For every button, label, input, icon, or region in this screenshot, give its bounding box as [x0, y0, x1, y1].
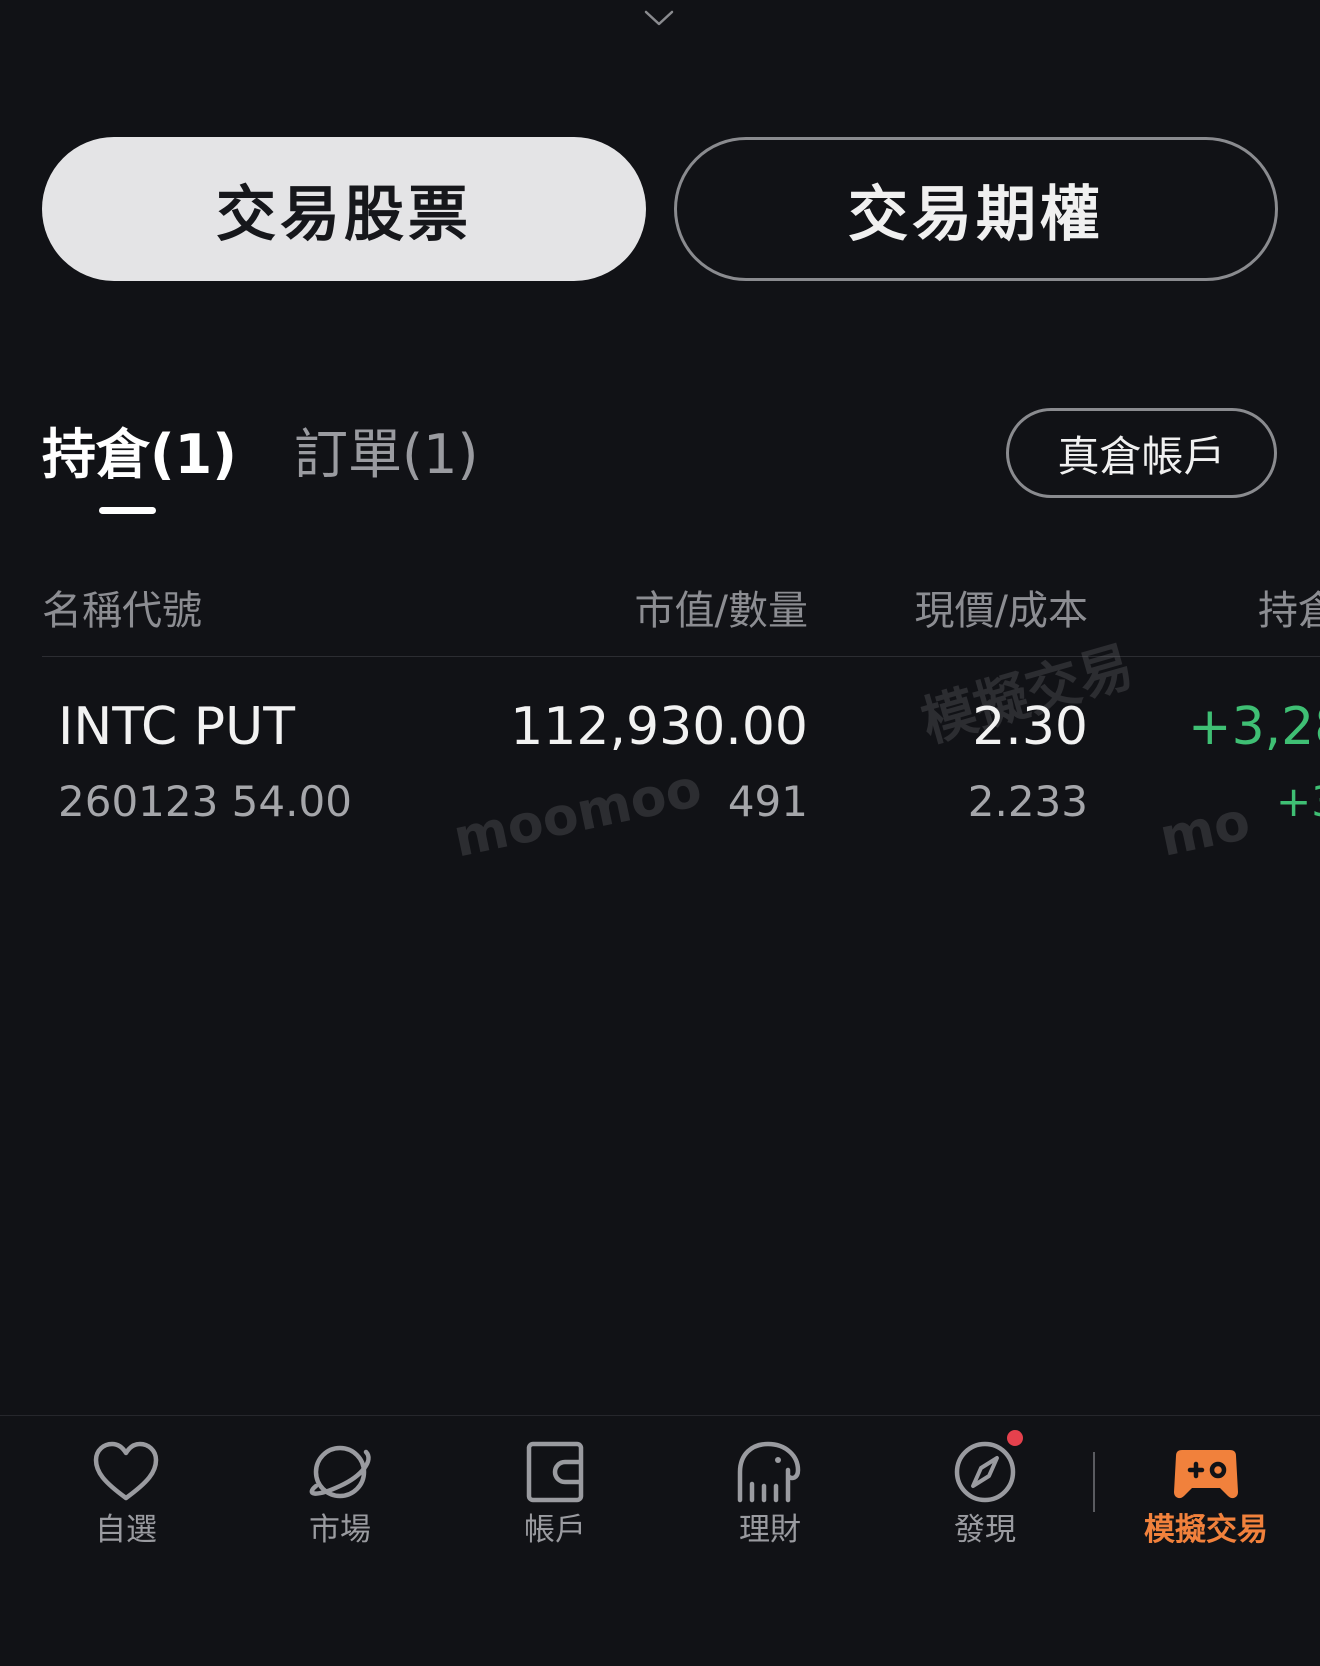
chevron-down-icon[interactable]	[644, 4, 674, 28]
nav-label-watchlist: 自選	[95, 1512, 157, 1548]
tab-orders[interactable]: 訂單(1)	[294, 420, 479, 490]
trade-option-button[interactable]: 交易期權	[674, 137, 1278, 281]
position-contract: 260123 54.00	[58, 777, 352, 826]
brand-watermark: moomoo	[448, 758, 707, 870]
planet-icon	[309, 1445, 371, 1499]
nav-label-paper-trading: 模擬交易	[1144, 1512, 1268, 1548]
position-market-value: 112,930.00	[510, 697, 808, 757]
position-price: 2.30	[972, 697, 1088, 757]
nav-item-watchlist[interactable]: 自選	[26, 1436, 226, 1550]
brand-watermark-partial: mo	[1154, 791, 1256, 869]
compass-icon-wrap	[949, 1430, 1023, 1508]
notification-dot	[1007, 1430, 1023, 1446]
nav-item-market[interactable]: 市場	[240, 1436, 440, 1550]
heart-icon	[93, 1441, 159, 1501]
column-header-price-cost[interactable]: 現價/成本	[915, 584, 1088, 638]
elephant-icon	[737, 1441, 801, 1503]
position-name: INTC PUT	[58, 697, 295, 757]
nav-label-discover: 發現	[954, 1512, 1016, 1548]
compass-icon	[954, 1441, 1016, 1503]
nav-label-wealth: 理財	[739, 1512, 801, 1548]
gamepad-icon	[1174, 1450, 1238, 1499]
position-quantity: 491	[727, 777, 808, 826]
column-header-market-value[interactable]: 市值/數量	[635, 584, 808, 638]
nav-label-account: 帳戶	[524, 1512, 586, 1548]
column-header-pnl[interactable]: 持倉	[1258, 584, 1320, 638]
position-cost: 2.233	[967, 777, 1088, 826]
nav-item-account[interactable]: 帳戶	[455, 1436, 655, 1550]
active-tab-indicator	[99, 507, 156, 514]
bottom-navigation: 自選 市場 帳戶 理財 發現 模擬交易	[0, 1415, 1320, 1666]
trade-stock-button[interactable]: 交易股票	[42, 137, 646, 281]
nav-item-paper-trading[interactable]: 模擬交易	[1106, 1436, 1306, 1550]
nav-item-wealth[interactable]: 理財	[670, 1436, 870, 1550]
column-header-name[interactable]: 名稱代號	[42, 584, 202, 638]
position-pnl-sub: +3	[1276, 777, 1320, 826]
nav-label-market: 市場	[309, 1512, 371, 1548]
real-account-button[interactable]: 真倉帳戶	[1006, 408, 1277, 498]
nav-separator	[1093, 1452, 1095, 1512]
nav-item-discover[interactable]: 發現	[885, 1430, 1085, 1550]
tab-positions[interactable]: 持倉(1)	[42, 420, 237, 490]
position-pnl: +3,28	[1188, 697, 1320, 757]
wallet-icon	[526, 1441, 584, 1503]
